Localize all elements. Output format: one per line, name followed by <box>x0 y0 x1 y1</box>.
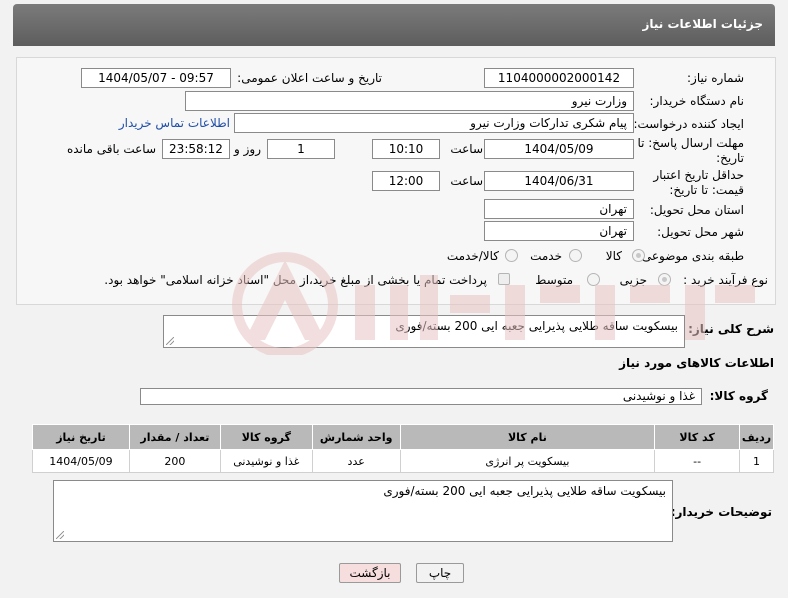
summary-textarea[interactable]: بیسکویت ساقه طلایی پذیرایی جعبه ایی 200 … <box>163 315 685 348</box>
table-header-row: ردیف کد کالا نام کالا واحد شمارش گروه کا… <box>32 424 774 450</box>
buyer-org-label: نام دستگاه خریدار: <box>649 94 745 108</box>
deadline-date-field[interactable]: 1404/05/09 <box>484 139 634 159</box>
remaining-time-field[interactable]: 23:58:12 <box>162 139 230 159</box>
category-service-label: خدمت <box>530 249 562 263</box>
category-goods-radio[interactable] <box>632 249 645 262</box>
delivery-province-label: استان محل تحویل: <box>649 203 744 217</box>
process-minor-radio[interactable] <box>658 273 671 286</box>
process-label: نوع فرآیند خرید : <box>683 273 768 287</box>
price-validity-date-field[interactable]: 1404/06/31 <box>484 171 634 191</box>
page: جزئیات اطلاعات نیاز شماره نیاز: 11040000… <box>0 0 788 598</box>
summary-text: بیسکویت ساقه طلایی پذیرایی جعبه ایی 200 … <box>395 319 678 333</box>
resize-handle[interactable] <box>166 337 174 345</box>
page-title: جزئیات اطلاعات نیاز <box>642 17 763 31</box>
col-row-number: ردیف <box>739 424 774 450</box>
goods-group-field[interactable]: غذا و نوشیدنی <box>140 388 702 405</box>
buyer-notes-text: بیسکویت ساقه طلایی پذیرایی جعبه ایی 200 … <box>383 484 666 498</box>
announce-date-field[interactable]: 1404/05/07 - 09:57 <box>81 68 231 88</box>
deadline-label: مهلت ارسال پاسخ: تا تاریخ: <box>637 136 744 165</box>
col-quantity: تعداد / مقدار <box>128 424 221 450</box>
buyer-contact-link[interactable]: اطلاعات تماس خریدار <box>119 116 230 130</box>
delivery-city-field[interactable]: تهران <box>484 221 634 241</box>
goods-info-title: اطلاعات کالاهای مورد نیاز <box>619 356 774 370</box>
cell-item-group: غذا و نوشیدنی <box>219 449 313 473</box>
days-label: روز و <box>234 142 261 156</box>
col-need-date: تاریخ نیاز <box>32 424 130 450</box>
deadline-time-field[interactable]: 10:10 <box>372 139 440 159</box>
announce-date-label: تاریخ و ساعت اعلان عمومی: <box>237 71 382 85</box>
col-item-code: کد کالا <box>654 424 741 450</box>
need-number-label: شماره نیاز: <box>687 71 744 85</box>
buyer-org-field[interactable]: وزارت نیرو <box>185 91 634 111</box>
price-validity-time-field[interactable]: 12:00 <box>372 171 440 191</box>
treasury-payment-checkbox[interactable] <box>498 273 510 285</box>
cell-quantity: 200 <box>128 449 221 473</box>
table-row[interactable]: 1 -- بیسکویت پر انرژی عدد غذا و نوشیدنی … <box>32 449 774 473</box>
creator-field[interactable]: پیام شکری تدارکات وزارت نیرو <box>234 113 634 133</box>
deadline-time-label: ساعت <box>450 142 483 156</box>
category-goods-service-radio[interactable] <box>505 249 518 262</box>
col-item-group: گروه کالا <box>219 424 313 450</box>
goods-group-label: گروه کالا: <box>709 389 768 403</box>
col-item-name: نام کالا <box>399 424 656 450</box>
buyer-notes-textarea[interactable]: بیسکویت ساقه طلایی پذیرایی جعبه ایی 200 … <box>53 480 673 542</box>
category-service-radio[interactable] <box>569 249 582 262</box>
page-header: جزئیات اطلاعات نیاز <box>13 4 775 46</box>
cell-row-number: 1 <box>739 449 774 473</box>
price-validity-label: حداقل تاریخ اعتبار قیمت: تا تاریخ: <box>653 168 744 197</box>
buyer-notes-label: توضیحات خریدار: <box>670 505 772 519</box>
process-medium-radio[interactable] <box>587 273 600 286</box>
remaining-label: ساعت باقی مانده <box>66 142 156 156</box>
category-label: طبقه بندی موضوعی: <box>637 249 744 263</box>
print-button[interactable]: چاپ <box>416 563 464 583</box>
category-goods-label: کالا <box>605 249 622 263</box>
delivery-province-field[interactable]: تهران <box>484 199 634 219</box>
process-medium-label: متوسط <box>535 273 573 287</box>
days-field[interactable]: 1 <box>267 139 335 159</box>
col-unit: واحد شمارش <box>311 424 401 450</box>
delivery-city-label: شهر محل تحویل: <box>657 225 744 239</box>
cell-item-name: بیسکویت پر انرژی <box>399 449 656 473</box>
creator-label: ایجاد کننده درخواست: <box>633 117 744 131</box>
category-goods-service-label: کالا/خدمت <box>446 249 499 263</box>
cell-unit: عدد <box>311 449 401 473</box>
cell-need-date: 1404/05/09 <box>32 449 130 473</box>
treasury-payment-note: پرداخت تمام یا بخشی از مبلغ خرید،از محل … <box>104 273 487 287</box>
need-number-field[interactable]: 1104000002000142 <box>484 68 634 88</box>
summary-label: شرح کلی نیاز: <box>688 322 774 336</box>
cell-item-code: -- <box>654 449 741 473</box>
back-button[interactable]: بازگشت <box>339 563 401 583</box>
items-table: ردیف کد کالا نام کالا واحد شمارش گروه کا… <box>32 424 774 473</box>
resize-handle[interactable] <box>56 531 64 539</box>
price-validity-time-label: ساعت <box>450 174 483 188</box>
process-minor-label: جزیی <box>619 273 647 287</box>
